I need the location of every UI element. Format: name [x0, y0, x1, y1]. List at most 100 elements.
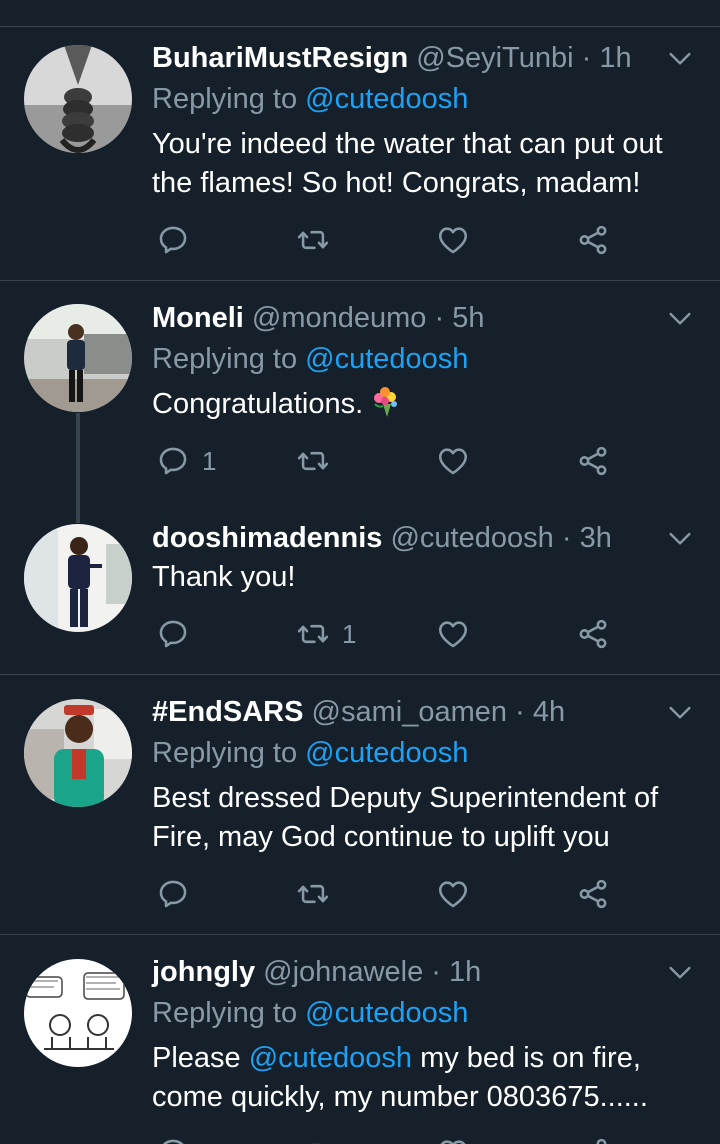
- display-name[interactable]: johngly: [152, 956, 255, 988]
- display-name[interactable]: dooshimadennis: [152, 522, 382, 554]
- avatar-cartoon-image: [24, 959, 132, 1067]
- heart-icon: [436, 877, 470, 911]
- replying-to: Replying to @cutedoosh: [152, 341, 468, 377]
- retweet-button[interactable]: [296, 220, 342, 260]
- tweet-text: You're indeed the water that can put out…: [152, 128, 663, 199]
- retweet-icon: [296, 617, 330, 651]
- chevron-down-icon[interactable]: [664, 42, 696, 74]
- reply-icon: [156, 444, 190, 478]
- avatar-rope-image: [24, 45, 132, 153]
- tweet-text: Please @cutedoosh my bed is on fire, com…: [152, 1039, 697, 1117]
- separator-dot: ·: [581, 42, 592, 74]
- tweet[interactable]: Moneli @mondeumo · 5h Replying to @cuted…: [0, 281, 720, 523]
- retweet-icon: [296, 877, 330, 911]
- retweet-button[interactable]: [296, 1133, 330, 1144]
- reply-icon: [156, 1136, 190, 1144]
- share-button[interactable]: [576, 1133, 610, 1144]
- retweet-button[interactable]: [296, 441, 342, 481]
- heart-icon: [436, 223, 470, 257]
- heart-icon: [436, 444, 470, 478]
- chevron-down-icon[interactable]: [664, 522, 696, 554]
- tweet[interactable]: BuhariMustResign @SeyiTunbi · 1h Replyin…: [0, 0, 720, 281]
- user-handle[interactable]: @johnawele: [263, 956, 423, 988]
- chevron-down-icon[interactable]: [664, 302, 696, 334]
- tweet-header: Moneli @mondeumo · 5h: [152, 300, 485, 336]
- replying-to-mention[interactable]: @cutedoosh: [305, 83, 468, 115]
- avatar[interactable]: [24, 959, 132, 1067]
- tweet[interactable]: dooshimadennis @cutedoosh · 3h Thank you…: [0, 501, 720, 674]
- display-name[interactable]: BuhariMustResign: [152, 42, 408, 74]
- tweet[interactable]: #EndSARS @sami_oamen · 4h Replying to @c…: [0, 675, 720, 934]
- heart-icon: [436, 1136, 470, 1144]
- replying-to-prefix: Replying to: [152, 737, 298, 769]
- reply-button[interactable]: [156, 874, 202, 914]
- like-button[interactable]: [436, 220, 482, 260]
- retweet-button[interactable]: 1: [296, 614, 356, 654]
- like-button[interactable]: [436, 874, 482, 914]
- avatar-photo: [24, 524, 132, 632]
- reply-icon: [156, 617, 190, 651]
- like-button[interactable]: [436, 441, 482, 481]
- user-handle[interactable]: @cutedoosh: [390, 522, 553, 554]
- avatar[interactable]: [24, 45, 132, 153]
- replying-to-mention[interactable]: @cutedoosh: [305, 997, 468, 1029]
- share-icon: [576, 617, 610, 651]
- tweet-text-container: Congratulations.: [152, 385, 697, 424]
- tweet[interactable]: johngly @johnawele · 1h Replying to @cut…: [0, 935, 720, 1144]
- reply-icon: [156, 877, 190, 911]
- share-button[interactable]: [576, 614, 610, 654]
- tweet-text-mention[interactable]: @cutedoosh: [249, 1042, 412, 1074]
- display-name[interactable]: #EndSARS: [152, 696, 303, 728]
- heart-icon: [436, 617, 470, 651]
- bouquet-emoji: [374, 387, 398, 417]
- timestamp[interactable]: 3h: [580, 522, 612, 554]
- tweet-actions: 1: [152, 614, 632, 654]
- replying-to-prefix: Replying to: [152, 83, 298, 115]
- tweet-header: dooshimadennis @cutedoosh · 3h: [152, 520, 612, 556]
- reply-button[interactable]: [156, 614, 202, 654]
- separator-dot: ·: [561, 522, 572, 554]
- tweet-actions: [152, 220, 632, 260]
- replying-to: Replying to @cutedoosh: [152, 81, 468, 117]
- share-button[interactable]: [576, 220, 610, 260]
- avatar[interactable]: [24, 699, 132, 807]
- replying-to-mention[interactable]: @cutedoosh: [305, 737, 468, 769]
- tweet-header: johngly @johnawele · 1h: [152, 954, 481, 990]
- retweet-icon: [296, 1136, 330, 1144]
- reply-button[interactable]: [156, 220, 202, 260]
- tweet-header: #EndSARS @sami_oamen · 4h: [152, 694, 565, 730]
- tweet-text: Thank you!: [152, 561, 296, 593]
- timestamp[interactable]: 1h: [449, 956, 481, 988]
- avatar[interactable]: [24, 304, 132, 412]
- replying-to: Replying to @cutedoosh: [152, 995, 468, 1031]
- replying-to-mention[interactable]: @cutedoosh: [305, 343, 468, 375]
- display-name[interactable]: Moneli: [152, 302, 244, 334]
- reply-icon: [156, 223, 190, 257]
- avatar[interactable]: [24, 524, 132, 632]
- user-handle[interactable]: @SeyiTunbi: [416, 42, 573, 74]
- user-handle[interactable]: @sami_oamen: [312, 696, 507, 728]
- share-button[interactable]: [576, 441, 610, 481]
- replying-to-prefix: Replying to: [152, 343, 298, 375]
- tweet-text: Congratulations.: [152, 388, 364, 420]
- user-handle[interactable]: @mondeumo: [252, 302, 427, 334]
- separator-dot: ·: [515, 696, 525, 728]
- retweet-button[interactable]: [296, 874, 342, 914]
- chevron-down-icon[interactable]: [664, 696, 696, 728]
- timestamp[interactable]: 4h: [533, 696, 565, 728]
- chevron-down-icon[interactable]: [664, 956, 696, 988]
- tweet-actions: [152, 1133, 632, 1144]
- replying-to-prefix: Replying to: [152, 997, 298, 1029]
- retweet-count: 1: [342, 618, 357, 649]
- timestamp[interactable]: 5h: [452, 302, 484, 334]
- like-button[interactable]: [436, 614, 482, 654]
- separator-dot: ·: [434, 302, 445, 334]
- reply-button[interactable]: [156, 1133, 190, 1144]
- share-button[interactable]: [576, 874, 610, 914]
- replying-to: Replying to @cutedoosh: [152, 735, 468, 771]
- tweet-actions: [152, 874, 632, 914]
- like-button[interactable]: [436, 1133, 470, 1144]
- reply-button[interactable]: 1: [156, 441, 216, 481]
- share-icon: [576, 1136, 610, 1144]
- timestamp[interactable]: 1h: [599, 42, 631, 74]
